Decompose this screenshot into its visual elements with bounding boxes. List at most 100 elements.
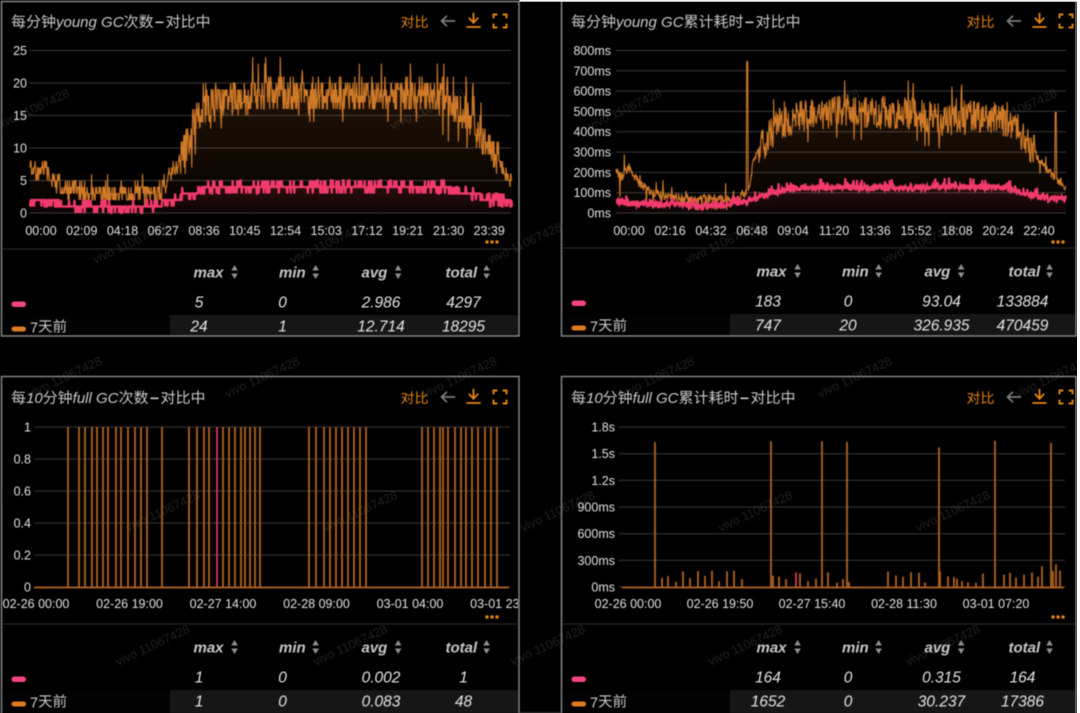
svg-text:11:20: 11:20 bbox=[819, 224, 849, 238]
svg-text:04:32: 04:32 bbox=[695, 224, 726, 238]
svg-text:max: max bbox=[194, 640, 225, 657]
svg-text:300ms: 300ms bbox=[573, 146, 611, 160]
svg-text:1.2s: 1.2s bbox=[591, 474, 615, 488]
svg-text:23:39: 23:39 bbox=[474, 224, 505, 238]
svg-text:900ms: 900ms bbox=[577, 501, 615, 515]
svg-text:02-26 00:00: 02-26 00:00 bbox=[595, 597, 662, 611]
svg-text:7: 7 bbox=[30, 321, 38, 337]
svg-text:0: 0 bbox=[844, 670, 853, 687]
svg-text:00:00: 00:00 bbox=[25, 224, 56, 238]
svg-text:0.2: 0.2 bbox=[14, 549, 31, 563]
svg-text:1: 1 bbox=[278, 319, 287, 336]
svg-text:7: 7 bbox=[30, 696, 38, 712]
svg-text:03-01 07:20: 03-01 07:20 bbox=[963, 597, 1030, 611]
svg-text:00:00: 00:00 bbox=[613, 224, 644, 238]
svg-text:133884: 133884 bbox=[997, 294, 1049, 311]
svg-text:total: total bbox=[1009, 264, 1041, 281]
svg-text:600ms: 600ms bbox=[577, 527, 615, 541]
svg-text:vivo 11067428: vivo 11067428 bbox=[508, 622, 587, 669]
svg-text:20: 20 bbox=[838, 318, 857, 335]
svg-text:vivo 11067428: vivo 11067428 bbox=[113, 622, 192, 669]
svg-text:06:27: 06:27 bbox=[148, 224, 179, 238]
svg-text:12.714: 12.714 bbox=[357, 319, 405, 336]
svg-text:0.315: 0.315 bbox=[922, 670, 961, 687]
svg-text:0: 0 bbox=[844, 694, 853, 711]
svg-text:1: 1 bbox=[24, 421, 31, 435]
svg-text:0: 0 bbox=[278, 694, 287, 711]
svg-text:total: total bbox=[1009, 640, 1041, 657]
svg-text:183: 183 bbox=[755, 294, 781, 311]
svg-text:avg: avg bbox=[925, 640, 951, 657]
svg-text:full GC: full GC bbox=[73, 390, 119, 407]
svg-text:min: min bbox=[279, 265, 306, 282]
svg-text:min: min bbox=[279, 640, 306, 657]
svg-text:400ms: 400ms bbox=[573, 125, 611, 139]
svg-text:vivo 11067428: vivo 11067428 bbox=[0, 86, 72, 133]
svg-text:vivo 11067428: vivo 11067428 bbox=[0, 488, 5, 535]
svg-text:vivo 11067428: vivo 11067428 bbox=[716, 488, 795, 535]
svg-text:7: 7 bbox=[590, 696, 598, 712]
svg-text:03-01 04:00: 03-01 04:00 bbox=[377, 597, 444, 611]
svg-text:25: 25 bbox=[13, 44, 27, 58]
svg-text:02-26 00:00: 02-26 00:00 bbox=[3, 597, 70, 611]
svg-text:02-26 19:50: 02-26 19:50 bbox=[687, 597, 754, 611]
svg-text:164: 164 bbox=[755, 670, 781, 687]
svg-text:164: 164 bbox=[1010, 670, 1036, 687]
svg-text:200ms: 200ms bbox=[573, 166, 611, 180]
svg-text:10: 10 bbox=[26, 390, 43, 407]
svg-text:19:21: 19:21 bbox=[392, 224, 423, 238]
svg-text:1652: 1652 bbox=[751, 694, 786, 711]
svg-text:5: 5 bbox=[20, 174, 27, 188]
svg-text:vivo 11067428: vivo 11067428 bbox=[815, 354, 894, 401]
svg-text:vivo 11067428: vivo 11067428 bbox=[913, 488, 992, 535]
svg-text:17386: 17386 bbox=[1001, 694, 1044, 711]
svg-text:02:09: 02:09 bbox=[66, 224, 97, 238]
svg-text:4297: 4297 bbox=[446, 295, 482, 312]
svg-text:100ms: 100ms bbox=[573, 186, 611, 200]
svg-text:02:16: 02:16 bbox=[654, 224, 685, 238]
svg-text:min: min bbox=[842, 264, 869, 281]
svg-text:avg: avg bbox=[925, 264, 951, 281]
svg-text:5: 5 bbox=[195, 295, 204, 312]
svg-text:600ms: 600ms bbox=[573, 85, 611, 99]
svg-text:02-27 14:00: 02-27 14:00 bbox=[190, 597, 257, 611]
svg-text:0: 0 bbox=[24, 581, 31, 595]
svg-text:7: 7 bbox=[590, 320, 598, 336]
svg-text:0ms: 0ms bbox=[591, 581, 615, 595]
svg-text:24: 24 bbox=[189, 319, 208, 336]
svg-text:0: 0 bbox=[20, 207, 27, 221]
svg-text:avg: avg bbox=[362, 640, 388, 657]
svg-text:500ms: 500ms bbox=[573, 105, 611, 119]
svg-text:0.4: 0.4 bbox=[14, 517, 31, 531]
svg-text:0: 0 bbox=[278, 670, 287, 687]
svg-text:470459: 470459 bbox=[997, 318, 1049, 335]
svg-text:avg: avg bbox=[362, 265, 388, 282]
svg-text:15: 15 bbox=[13, 109, 27, 123]
svg-text:0: 0 bbox=[844, 294, 853, 311]
svg-text:vivo 11067428: vivo 11067428 bbox=[420, 354, 499, 401]
svg-text:max: max bbox=[757, 640, 788, 657]
svg-text:18:08: 18:08 bbox=[941, 224, 972, 238]
svg-text:max: max bbox=[194, 265, 225, 282]
svg-text:max: max bbox=[757, 264, 788, 281]
svg-text:vivo 11067428: vivo 11067428 bbox=[223, 354, 302, 401]
svg-text:22:40: 22:40 bbox=[1023, 224, 1054, 238]
svg-text:0: 0 bbox=[278, 295, 287, 312]
svg-text:20: 20 bbox=[13, 77, 27, 91]
svg-text:vivo 11067428: vivo 11067428 bbox=[1013, 354, 1080, 401]
svg-text:min: min bbox=[842, 640, 869, 657]
svg-text:15:52: 15:52 bbox=[900, 224, 931, 238]
svg-text:0.083: 0.083 bbox=[362, 694, 401, 711]
svg-text:10:45: 10:45 bbox=[229, 224, 260, 238]
svg-text:02-27 15:40: 02-27 15:40 bbox=[779, 597, 846, 611]
svg-text:09:04: 09:04 bbox=[777, 224, 808, 238]
svg-text:15:03: 15:03 bbox=[311, 224, 342, 238]
svg-text:1: 1 bbox=[195, 670, 204, 687]
svg-text:21:30: 21:30 bbox=[433, 224, 464, 238]
svg-text:02-28 09:00: 02-28 09:00 bbox=[283, 597, 350, 611]
svg-text:700ms: 700ms bbox=[573, 64, 611, 78]
svg-text:young GC: young GC bbox=[615, 14, 684, 31]
svg-text:800ms: 800ms bbox=[573, 44, 611, 58]
svg-text:326.935: 326.935 bbox=[913, 318, 969, 335]
svg-text:1.8s: 1.8s bbox=[591, 421, 615, 435]
